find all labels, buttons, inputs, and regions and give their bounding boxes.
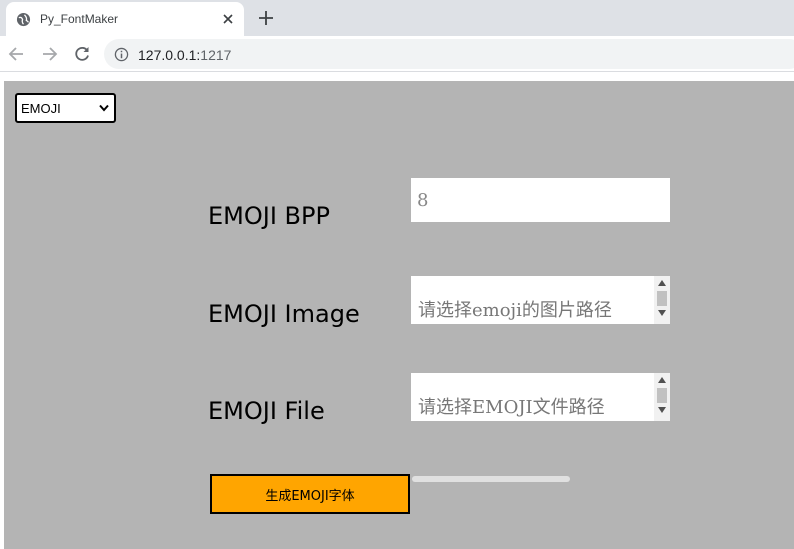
forward-arrow-icon[interactable]	[39, 44, 59, 64]
bpp-input[interactable]	[411, 178, 670, 222]
file-label: EMOJI File	[208, 397, 325, 425]
mode-select[interactable]: EMOJI	[15, 93, 116, 123]
scroll-up-icon[interactable]	[658, 377, 666, 383]
image-path-scrollbar[interactable]	[654, 276, 670, 324]
reload-icon[interactable]	[72, 44, 92, 64]
file-path-textarea[interactable]	[411, 373, 654, 421]
scroll-up-icon[interactable]	[658, 280, 666, 286]
mode-select-value: EMOJI	[21, 101, 61, 116]
url-text: 127.0.0.1:1217	[138, 47, 231, 63]
bpp-field[interactable]	[411, 178, 670, 222]
new-tab-icon[interactable]	[257, 9, 275, 27]
image-path-field[interactable]	[411, 276, 670, 324]
url-port: 1217	[200, 47, 232, 63]
url-host: 127.0.0.1:	[138, 47, 201, 63]
file-path-field[interactable]	[411, 373, 670, 421]
image-label: EMOJI Image	[208, 300, 360, 328]
tab-strip: Py_FontMaker	[0, 0, 794, 36]
browser-tab[interactable]: Py_FontMaker	[6, 2, 244, 36]
page-viewport: EMOJI EMOJI BPP EMOJI Image EMOJI File	[0, 73, 794, 549]
tab-title: Py_FontMaker	[40, 12, 119, 26]
info-icon[interactable]	[114, 47, 129, 62]
image-path-textarea[interactable]	[411, 276, 654, 324]
chevron-down-icon	[99, 104, 109, 112]
scroll-down-icon[interactable]	[658, 407, 666, 413]
progress-bar	[412, 476, 570, 482]
scroll-down-icon[interactable]	[658, 310, 666, 316]
address-bar[interactable]: 127.0.0.1:1217	[104, 39, 794, 69]
scroll-thumb[interactable]	[657, 388, 667, 403]
scroll-thumb[interactable]	[657, 291, 667, 306]
back-arrow-icon[interactable]	[7, 44, 27, 64]
browser-toolbar: 127.0.0.1:1217	[0, 36, 794, 72]
generate-emoji-font-button[interactable]: 生成EMOJI字体	[210, 474, 410, 514]
file-path-scrollbar[interactable]	[654, 373, 670, 421]
bpp-label: EMOJI BPP	[208, 202, 330, 230]
close-icon[interactable]	[220, 11, 236, 27]
globe-icon	[16, 12, 31, 27]
emoji-form-panel: EMOJI EMOJI BPP EMOJI Image EMOJI File	[4, 81, 794, 549]
